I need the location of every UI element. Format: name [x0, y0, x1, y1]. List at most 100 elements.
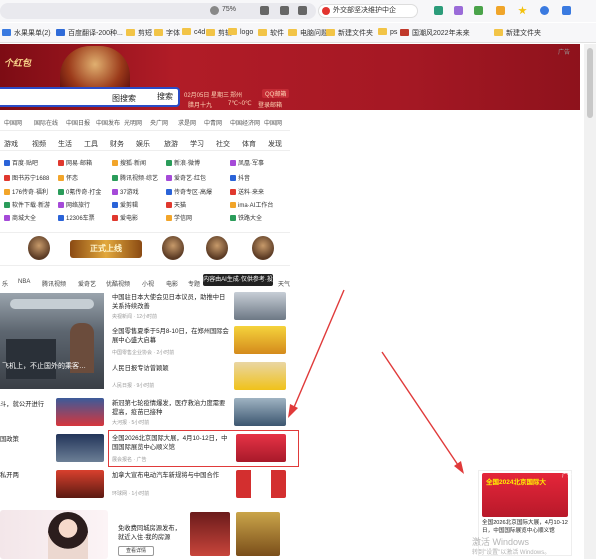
- bookmark-item[interactable]: 水果果单(2): [2, 28, 51, 38]
- news-snippet[interactable]: 斗，就公开进行: [0, 399, 44, 408]
- news-tab[interactable]: 腾讯视频: [42, 279, 66, 288]
- top-nav-link[interactable]: 中国发布: [96, 118, 120, 127]
- news-tab[interactable]: 专题: [188, 279, 200, 288]
- bookmark-item[interactable]: ps: [378, 28, 397, 36]
- site-link[interactable]: 爱剪辑: [112, 200, 138, 209]
- game-character-image[interactable]: [206, 236, 228, 260]
- site-link[interactable]: 网络旅行: [58, 200, 90, 209]
- site-link[interactable]: 天猫: [166, 200, 186, 209]
- game-character-image[interactable]: [252, 236, 274, 260]
- news-thumbnail[interactable]: [56, 470, 104, 498]
- ad-text[interactable]: 免收费同城房源发布，就近入住·我的房源: [118, 524, 186, 542]
- extension-icon[interactable]: [454, 6, 463, 15]
- site-link[interactable]: 图书苏宁1688: [4, 173, 49, 182]
- portrait-image[interactable]: [48, 512, 88, 559]
- top-nav-link[interactable]: 光明网: [124, 118, 142, 127]
- extension-icon[interactable]: [474, 6, 483, 15]
- news-snippet[interactable]: 国政策: [0, 434, 19, 443]
- category-tab[interactable]: 社交: [216, 139, 230, 149]
- image-search-button[interactable]: 图搜索: [112, 93, 136, 104]
- news-thumbnail[interactable]: [234, 398, 286, 426]
- site-link[interactable]: 百度·贴吧: [4, 158, 38, 167]
- news-thumbnail[interactable]: [234, 362, 286, 390]
- site-link[interactable]: 搜狐·新闻: [112, 158, 146, 167]
- scrollbar[interactable]: [584, 44, 596, 559]
- top-nav-link[interactable]: 中国网: [4, 118, 22, 127]
- category-tab[interactable]: 旅游: [164, 139, 178, 149]
- site-link[interactable]: 爱电影: [112, 213, 138, 222]
- bookmark-item[interactable]: 新建文件夹: [494, 28, 541, 38]
- top-nav-link[interactable]: 国际在线: [34, 118, 58, 127]
- site-link[interactable]: 12306车票: [58, 213, 95, 222]
- news-title[interactable]: 全国零售夏季于5月8-10日，在郑州国际会展中心盛大启幕: [112, 327, 230, 345]
- category-tab[interactable]: 财务: [110, 139, 124, 149]
- news-tab[interactable]: NBA: [18, 279, 30, 285]
- bookmark-item[interactable]: c4d: [182, 28, 205, 36]
- share-icon[interactable]: [280, 6, 289, 15]
- bookmark-item[interactable]: 国潮风2022年未来: [400, 28, 470, 38]
- bookmark-item[interactable]: 软件: [258, 28, 284, 38]
- news-title[interactable]: 加拿大宣布电动汽车新规将与中国合作: [112, 471, 232, 480]
- translate-icon[interactable]: [434, 6, 443, 15]
- star-icon[interactable]: [518, 6, 527, 15]
- site-link[interactable]: 商城大全: [4, 213, 36, 222]
- screenshot-icon[interactable]: [260, 6, 269, 15]
- news-thumbnail[interactable]: [56, 398, 104, 426]
- top-nav-link[interactable]: 中国网: [264, 118, 282, 127]
- site-link[interactable]: 传奇专区·高爆: [166, 187, 212, 196]
- game-logo[interactable]: 正式上线: [70, 240, 142, 258]
- category-tab[interactable]: 体育: [242, 139, 256, 149]
- city-text[interactable]: 郑州: [230, 90, 242, 99]
- bookmark-item[interactable]: 字体: [154, 28, 180, 38]
- news-thumbnail[interactable]: [234, 326, 286, 354]
- news-thumbnail[interactable]: [236, 470, 286, 498]
- category-tab[interactable]: 发现: [268, 139, 282, 149]
- site-link[interactable]: 铁路大全: [230, 213, 262, 222]
- hero-news-image[interactable]: 飞机上，不止国外的乘客…: [0, 293, 104, 389]
- news-tab[interactable]: 乐: [2, 279, 8, 288]
- site-link[interactable]: ima·AI工作台: [230, 200, 273, 209]
- site-link[interactable]: 送料·来来: [230, 187, 264, 196]
- news-title[interactable]: 中国驻日本大使会见日本议员，助推中日关系持续改善: [112, 293, 230, 311]
- site-link[interactable]: 爱奇艺·红包: [166, 173, 206, 182]
- site-link[interactable]: 学信网: [166, 213, 192, 222]
- news-tab[interactable]: 电影: [166, 279, 178, 288]
- site-link[interactable]: 怀恋: [58, 173, 78, 182]
- site-link[interactable]: 腾讯视频·综艺: [112, 173, 158, 182]
- site-link[interactable]: 凤凰·军事: [230, 158, 264, 167]
- category-tab[interactable]: 工具: [84, 139, 98, 149]
- zoom-level[interactable]: 75%: [222, 6, 236, 13]
- category-tab[interactable]: 娱乐: [136, 139, 150, 149]
- site-link[interactable]: 37游戏: [112, 187, 139, 196]
- ad-thumbnail[interactable]: [236, 512, 280, 556]
- site-link[interactable]: 网易·邮箱: [58, 158, 92, 167]
- site-link[interactable]: 新浪·微博: [166, 158, 200, 167]
- mail-login-link[interactable]: 登录邮箱: [258, 100, 282, 109]
- bookmark-item[interactable]: 剪短: [126, 28, 152, 38]
- category-tab[interactable]: 学习: [190, 139, 204, 149]
- bookmark-item[interactable]: 百度翻译-200种...: [56, 28, 123, 38]
- extension-icon[interactable]: [496, 6, 505, 15]
- news-tab[interactable]: 爱奇艺: [78, 279, 96, 288]
- side-ad-text[interactable]: 全国2026北京国际大展，4月10-12日，中国国际展览中心顺义馆: [482, 519, 570, 535]
- search-suggestion[interactable]: 外交部坚决维护中企: [318, 4, 418, 18]
- top-nav-link[interactable]: 央广网: [150, 118, 168, 127]
- top-nav-link[interactable]: 中国经济网: [230, 118, 260, 127]
- weather-text[interactable]: 7℃~0℃: [228, 100, 252, 107]
- bookmark-item[interactable]: 电脑问题: [288, 28, 328, 38]
- news-title[interactable]: 新冠第七轮疫情爆发，医疗救治力度需要提高，疫苗已接种: [112, 399, 230, 417]
- news-tab[interactable]: 小视: [142, 279, 154, 288]
- site-link[interactable]: 176传奇·福利: [4, 187, 48, 196]
- search-button[interactable]: 搜索: [150, 89, 180, 105]
- site-link[interactable]: 0氪传奇·打金: [58, 187, 101, 196]
- settings-icon[interactable]: [562, 6, 571, 15]
- news-thumbnail[interactable]: [234, 292, 286, 320]
- category-tab[interactable]: 视频: [32, 139, 46, 149]
- site-link[interactable]: 抖音: [230, 173, 250, 182]
- bookmark-item[interactable]: logo: [228, 28, 253, 36]
- mail-button[interactable]: QQ邮箱: [262, 89, 290, 98]
- bookmark-icon[interactable]: [298, 6, 307, 15]
- bookmark-item[interactable]: 新建文件夹: [326, 28, 373, 38]
- news-thumbnail[interactable]: [56, 434, 104, 462]
- news-snippet[interactable]: 私开两: [0, 470, 19, 479]
